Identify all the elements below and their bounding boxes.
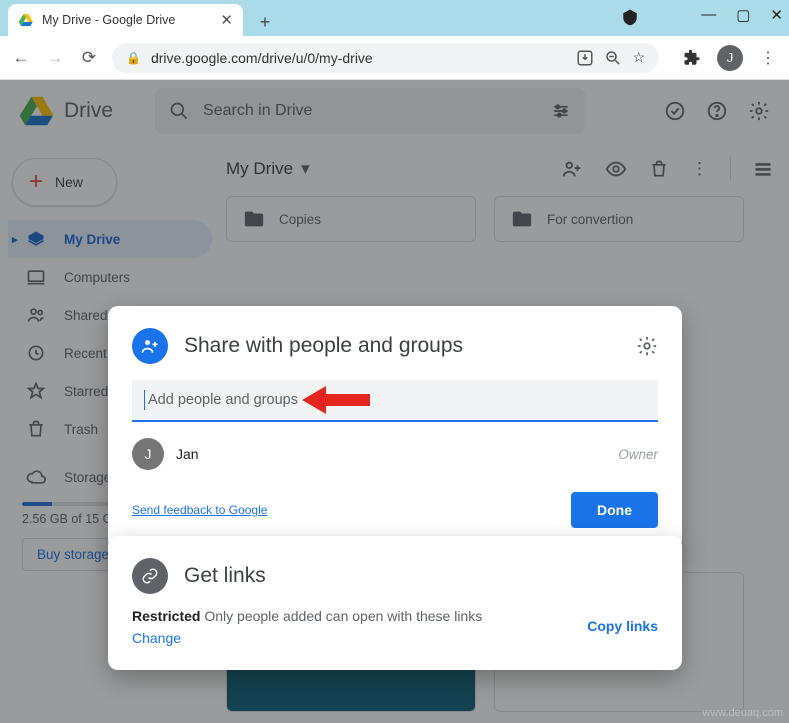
window-maximize-button[interactable]: ▢	[736, 6, 750, 24]
watermark: www.deuaq.com	[702, 707, 783, 719]
links-status: Restricted Only people added can open wi…	[132, 608, 587, 624]
window-close-button[interactable]: ✕	[770, 6, 783, 24]
window-minimize-button[interactable]: —	[701, 6, 716, 24]
star-icon[interactable]: ☆	[632, 49, 645, 66]
profile-avatar[interactable]: J	[717, 45, 743, 71]
drive-favicon	[18, 12, 34, 28]
back-button[interactable]: ←	[10, 48, 32, 68]
tab-close-icon[interactable]: ✕	[220, 11, 233, 29]
browser-menu-icon[interactable]: ⋮	[757, 47, 779, 69]
zoom-icon[interactable]	[604, 49, 622, 67]
extensions-icon[interactable]	[681, 47, 703, 69]
url-field[interactable]: 🔒 drive.google.com/drive/u/0/my-drive ☆	[112, 43, 659, 73]
share-title: Share with people and groups	[184, 334, 463, 358]
url-text: drive.google.com/drive/u/0/my-drive	[151, 50, 373, 66]
reload-button[interactable]: ⟳	[78, 48, 100, 68]
add-people-input[interactable]: Add people and groups	[132, 380, 658, 422]
link-icon	[132, 558, 168, 594]
copy-links-button[interactable]: Copy links	[587, 618, 658, 634]
drive-app: Drive Search in Drive + New My Drive C	[0, 80, 789, 723]
person-avatar: J	[132, 438, 164, 470]
send-feedback-link[interactable]: Send feedback to Google	[132, 503, 267, 517]
input-placeholder: Add people and groups	[148, 392, 298, 408]
share-icon	[132, 328, 168, 364]
install-icon[interactable]	[576, 49, 594, 67]
done-button[interactable]: Done	[571, 492, 658, 528]
links-title: Get links	[184, 564, 266, 588]
lock-icon: 🔒	[126, 51, 141, 65]
get-links-dialog: Get links Restricted Only people added c…	[108, 536, 682, 670]
person-name: Jan	[176, 446, 199, 462]
change-link[interactable]: Change	[132, 630, 181, 646]
tab-title: My Drive - Google Drive	[42, 13, 175, 27]
new-tab-button[interactable]: +	[251, 8, 279, 36]
person-row: J Jan Owner	[132, 438, 658, 470]
forward-button: →	[44, 48, 66, 68]
share-settings-icon[interactable]	[636, 335, 658, 357]
browser-tabstrip: My Drive - Google Drive ✕ + — ▢ ✕	[0, 0, 789, 36]
share-dialog: Share with people and groups Add people …	[108, 306, 682, 550]
address-bar: ← → ⟳ 🔒 drive.google.com/drive/u/0/my-dr…	[0, 36, 789, 80]
cast-icon[interactable]	[621, 8, 639, 26]
person-role: Owner	[618, 447, 658, 462]
browser-tab[interactable]: My Drive - Google Drive ✕	[8, 4, 243, 36]
